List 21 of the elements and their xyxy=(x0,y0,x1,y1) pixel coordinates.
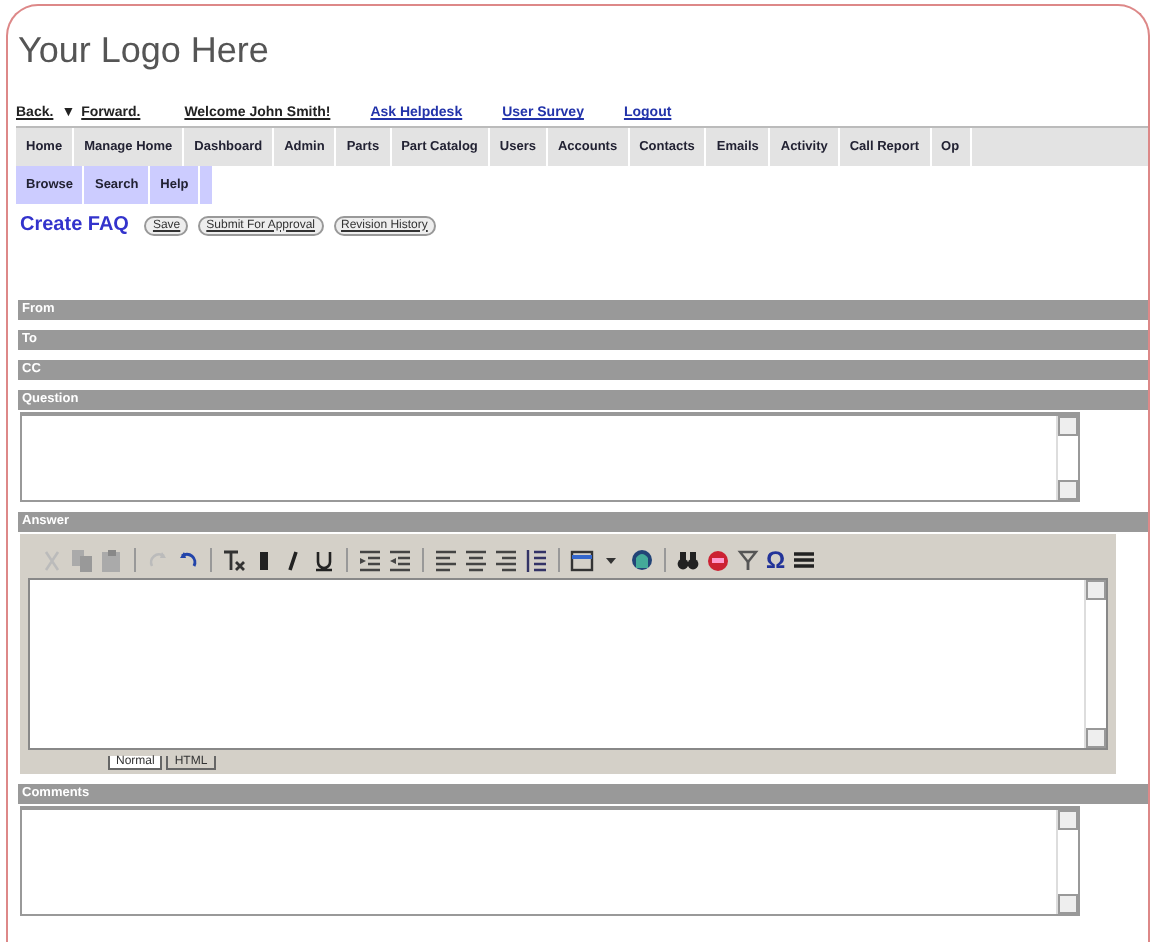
eraser-icon[interactable] xyxy=(706,547,730,573)
clear-format-icon[interactable] xyxy=(222,547,246,573)
scrollbar[interactable] xyxy=(1056,810,1078,914)
align-center-icon[interactable] xyxy=(464,547,488,573)
indent-icon[interactable] xyxy=(388,547,412,573)
underline-icon[interactable] xyxy=(312,547,336,573)
align-left-icon[interactable] xyxy=(434,547,458,573)
align-right-icon[interactable] xyxy=(494,547,518,573)
text-area[interactable] xyxy=(20,412,1080,502)
page-title: Create FAQ xyxy=(20,214,129,236)
special-character-button[interactable]: Ω xyxy=(766,546,786,574)
outdent-icon[interactable] xyxy=(358,547,382,573)
table-icon[interactable] xyxy=(570,547,594,573)
binoculars-icon[interactable] xyxy=(676,547,700,573)
logo-text: Your Logo Here xyxy=(16,28,271,74)
list-icon[interactable] xyxy=(524,547,548,573)
horizontal-rule-icon[interactable] xyxy=(791,547,816,573)
scrollbar[interactable] xyxy=(1084,580,1106,748)
image-icon[interactable] xyxy=(630,547,654,573)
scrollbar[interactable] xyxy=(1056,416,1078,500)
text-area[interactable] xyxy=(20,806,1080,916)
